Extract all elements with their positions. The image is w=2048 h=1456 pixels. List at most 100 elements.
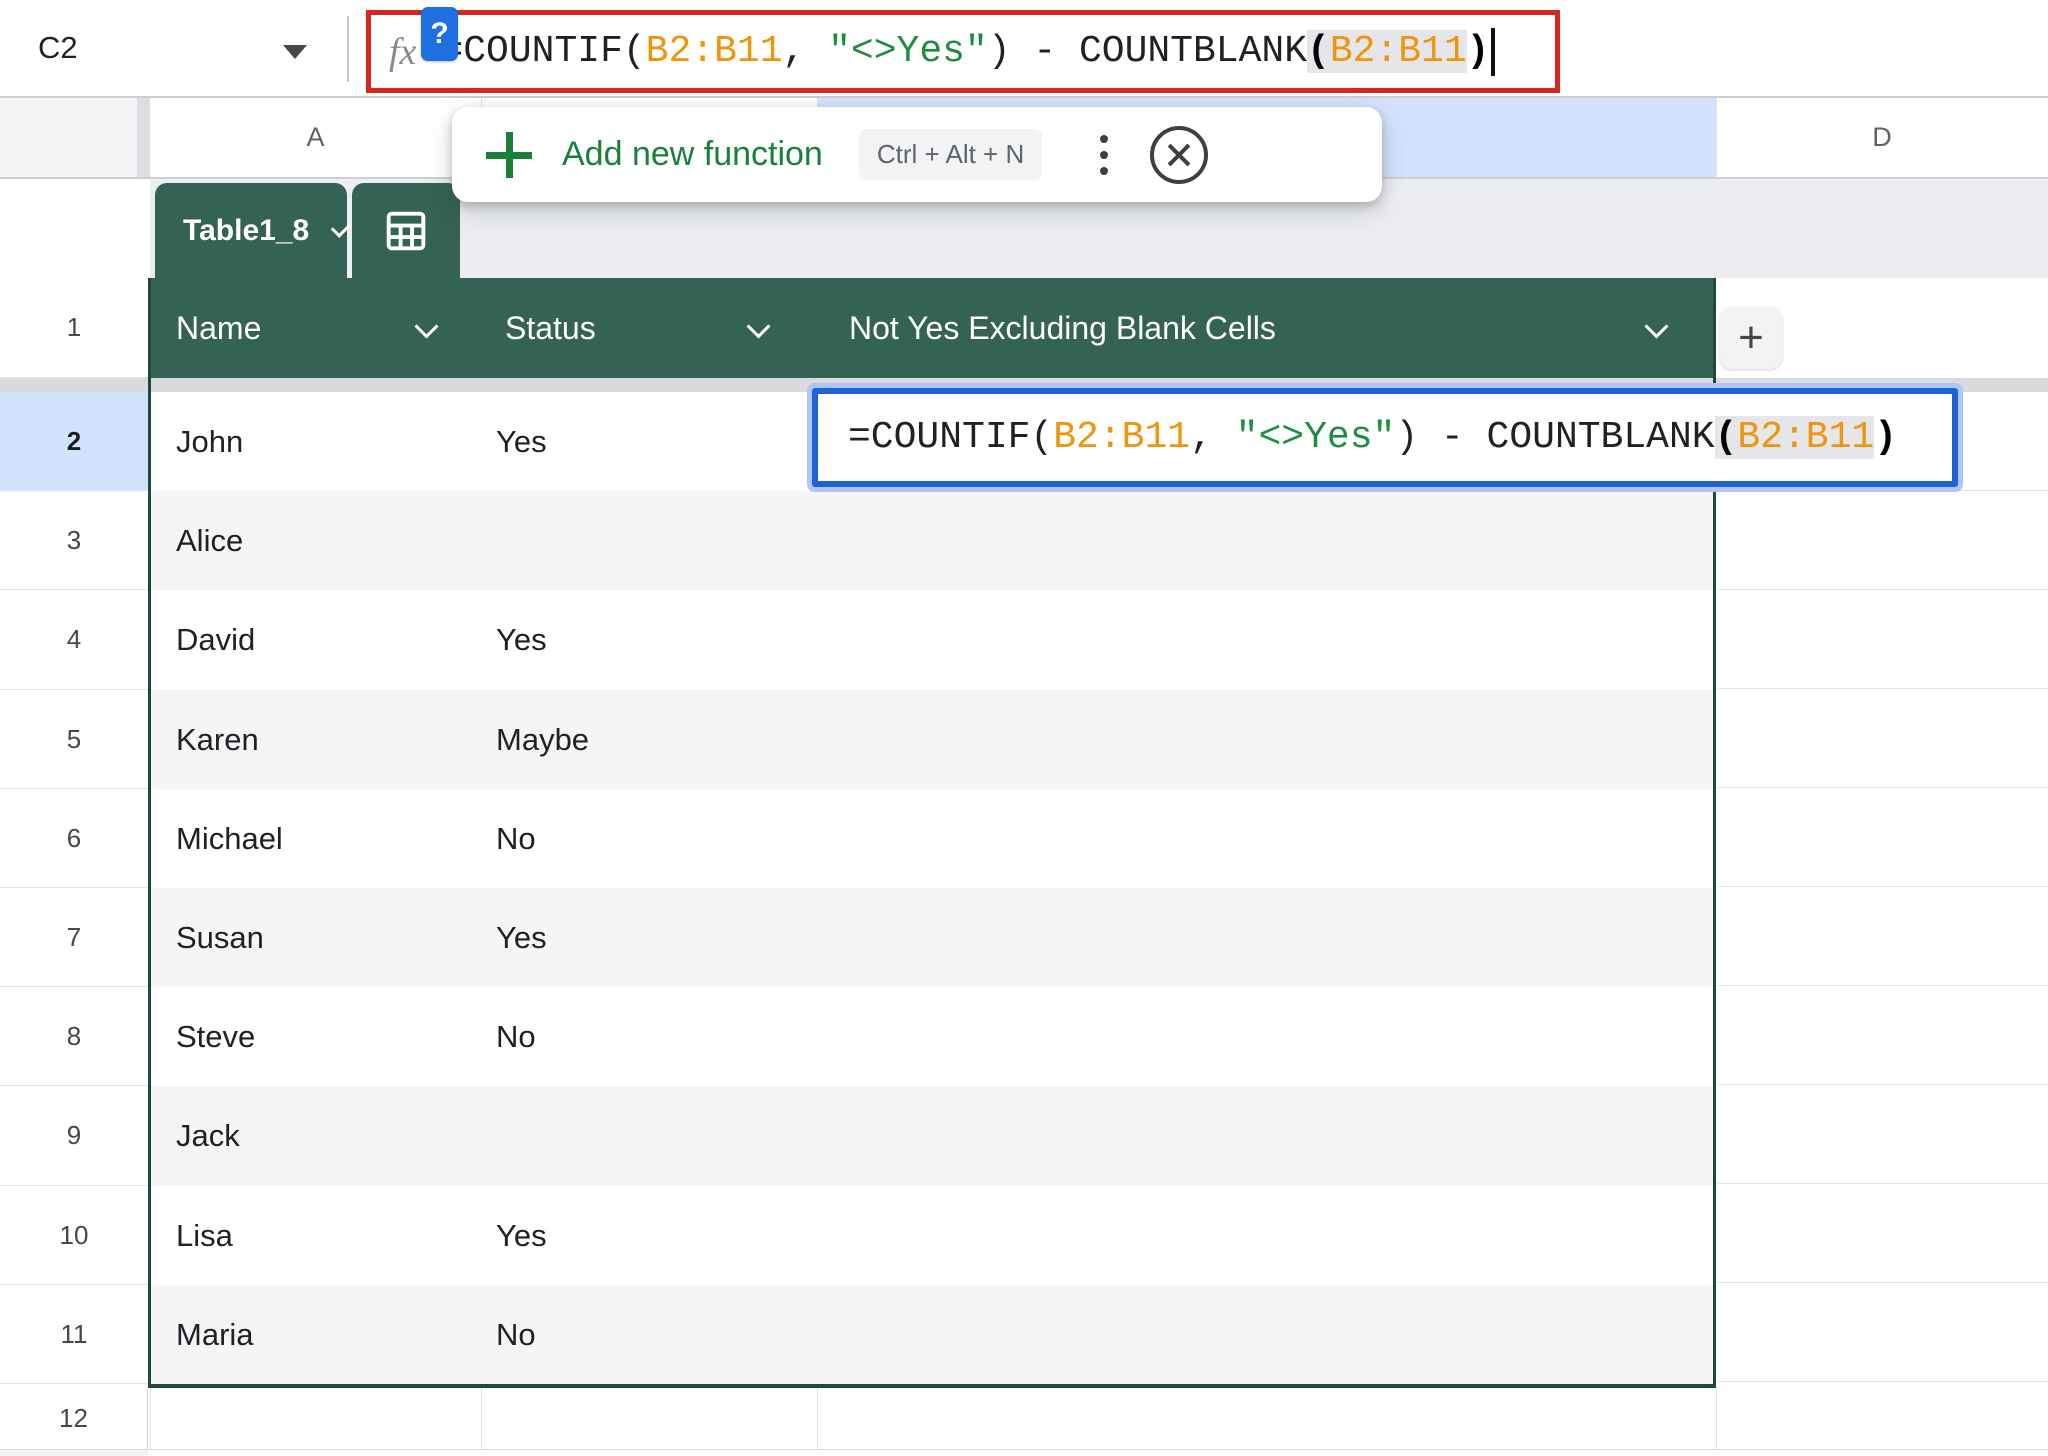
table-name-chip[interactable]: Table1_8 — [155, 183, 352, 278]
formula-token: "<>Yes" — [828, 30, 988, 73]
formula-bar-divider — [347, 16, 349, 82]
cell-status[interactable]: Maybe — [496, 722, 589, 758]
gridline — [1716, 1388, 1717, 1449]
cell-status[interactable]: Yes — [496, 622, 547, 658]
row-header-9[interactable]: 9 — [0, 1086, 148, 1186]
cell-name[interactable]: Michael — [176, 821, 283, 857]
gridline — [0, 1449, 2048, 1450]
formula-token: ( — [1714, 416, 1738, 459]
more-options-icon[interactable] — [1100, 134, 1109, 175]
cell-formula-text[interactable]: =COUNTIF(B2:B11, "<>Yes") - COUNTBLANK(B… — [848, 416, 1897, 459]
name-box[interactable]: C2 — [38, 30, 78, 66]
row-header-1[interactable]: 1 — [0, 278, 148, 378]
row-header-7[interactable]: 7 — [0, 888, 148, 987]
formula-token: ) — [1466, 30, 1490, 73]
table-row[interactable]: Jack — [150, 1086, 1716, 1186]
cell-status[interactable]: No — [496, 1019, 536, 1055]
formula-token: B2:B11 — [645, 30, 783, 73]
gridline — [1716, 98, 1717, 177]
notyes-filter-chevron-icon[interactable] — [1644, 314, 1669, 339]
cell-name[interactable]: John — [176, 424, 243, 460]
table-row[interactable]: Susan Yes — [150, 888, 1716, 987]
header-cell-status[interactable]: Status — [505, 278, 596, 378]
table-row[interactable]: Alice — [150, 491, 1716, 590]
row-header-3[interactable]: 3 — [0, 491, 148, 590]
formula-token: , — [1190, 416, 1236, 459]
table-header-row: Name Status Not Yes Excluding Blank Cell… — [150, 278, 1716, 378]
name-filter-chevron-icon[interactable] — [414, 314, 439, 339]
row-header-4[interactable]: 4 — [0, 590, 148, 690]
gridline — [150, 1388, 151, 1449]
column-letter-a: A — [306, 122, 325, 152]
cell-name[interactable]: Jack — [176, 1118, 240, 1154]
column-letter-d: D — [1872, 122, 1892, 152]
row-number: 1 — [66, 312, 82, 342]
header-cell-notyes[interactable]: Not Yes Excluding Blank Cells — [849, 278, 1276, 378]
formula-token: =COUNTIF( — [440, 30, 646, 73]
cell-status[interactable]: No — [496, 821, 536, 857]
cell-name[interactable]: Maria — [176, 1317, 254, 1353]
table-row[interactable]: Steve No — [150, 987, 1716, 1086]
table-options-chip[interactable] — [352, 183, 460, 278]
cell-status[interactable]: Yes — [496, 424, 547, 460]
cell-name[interactable]: Susan — [176, 920, 264, 956]
cell-name[interactable]: Lisa — [176, 1218, 233, 1254]
formula-token: , — [782, 30, 829, 73]
close-icon[interactable] — [1150, 125, 1209, 184]
row-header-5[interactable]: 5 — [0, 690, 148, 789]
formula-token: B2:B11 — [1737, 416, 1875, 459]
table-row[interactable]: David Yes — [150, 590, 1716, 690]
row-header-12[interactable]: 12 — [0, 1388, 148, 1449]
cell-name[interactable]: Alice — [176, 523, 243, 559]
formula-token: ) — [1874, 416, 1898, 459]
row-header-11[interactable]: 11 — [0, 1285, 148, 1384]
formula-token: "<>Yes" — [1235, 416, 1396, 459]
keyboard-shortcut-badge: Ctrl + Alt + N — [858, 129, 1043, 180]
row-header-6[interactable]: 6 — [0, 789, 148, 888]
formula-token: B2:B11 — [1329, 30, 1467, 73]
empty-grid-area[interactable] — [0, 1388, 2048, 1456]
formula-token: B2:B11 — [1053, 416, 1191, 459]
add-function-label[interactable]: Add new function — [562, 135, 823, 174]
gridline — [817, 1388, 818, 1449]
cell-status[interactable]: Yes — [496, 1218, 547, 1254]
row-header-10[interactable]: 10 — [0, 1186, 148, 1285]
corner-edge — [137, 98, 150, 177]
status-filter-chevron-icon[interactable] — [746, 314, 771, 339]
column-d-cells[interactable] — [1717, 392, 2048, 1384]
row-header-2[interactable]: 2 — [0, 392, 148, 491]
fx-icon: fx — [389, 30, 417, 73]
plus-icon[interactable] — [486, 131, 532, 178]
table-row[interactable]: Maria No — [150, 1285, 1716, 1384]
cell-status[interactable]: Yes — [496, 920, 547, 956]
select-all-corner[interactable] — [0, 98, 137, 177]
cell-status[interactable]: No — [496, 1317, 536, 1353]
formula-token: ( — [1307, 30, 1330, 73]
cell-name[interactable]: Steve — [176, 1019, 255, 1055]
formula-bar: C2 fx ? =COUNTIF(B2:B11, "<>Yes") - COUN… — [0, 0, 2048, 96]
column-header-d[interactable]: D — [1716, 98, 2048, 177]
text-cursor-icon — [1491, 27, 1496, 76]
cell-name[interactable]: Karen — [176, 722, 259, 758]
table-border-left — [148, 278, 151, 1388]
row-header-8[interactable]: 8 — [0, 987, 148, 1086]
formula-input-highlighted[interactable]: fx ? =COUNTIF(B2:B11, "<>Yes") - COUNTBL… — [366, 7, 1560, 93]
cell-name[interactable]: David — [176, 622, 255, 658]
table-row[interactable]: Lisa Yes — [150, 1186, 1716, 1285]
header-cell-name[interactable]: Name — [176, 278, 261, 378]
formula-bar-text[interactable]: =COUNTIF(B2:B11, "<>Yes") - COUNTBLANK(B… — [440, 27, 1496, 76]
table-row[interactable]: Michael No — [150, 789, 1716, 888]
gridline — [481, 1388, 482, 1449]
name-box-dropdown-icon[interactable] — [283, 45, 307, 59]
formula-token: =COUNTIF( — [848, 416, 1054, 459]
table-icon — [386, 211, 426, 250]
add-function-tooltip: Add new function Ctrl + Alt + N — [452, 107, 1382, 202]
add-column-button[interactable]: + — [1720, 307, 1782, 369]
formula-help-badge-icon[interactable]: ? — [421, 7, 458, 61]
table-row[interactable]: Karen Maybe — [150, 690, 1716, 789]
cell-editor-c2[interactable]: =COUNTIF(B2:B11, "<>Yes") - COUNTBLANK(B… — [812, 388, 1958, 487]
column-header-a[interactable]: A — [150, 98, 481, 177]
row-header-13-sliver — [0, 1450, 148, 1456]
row-number: 12 — [59, 1403, 88, 1433]
formula-token: ) - COUNTBLANK — [987, 30, 1308, 73]
